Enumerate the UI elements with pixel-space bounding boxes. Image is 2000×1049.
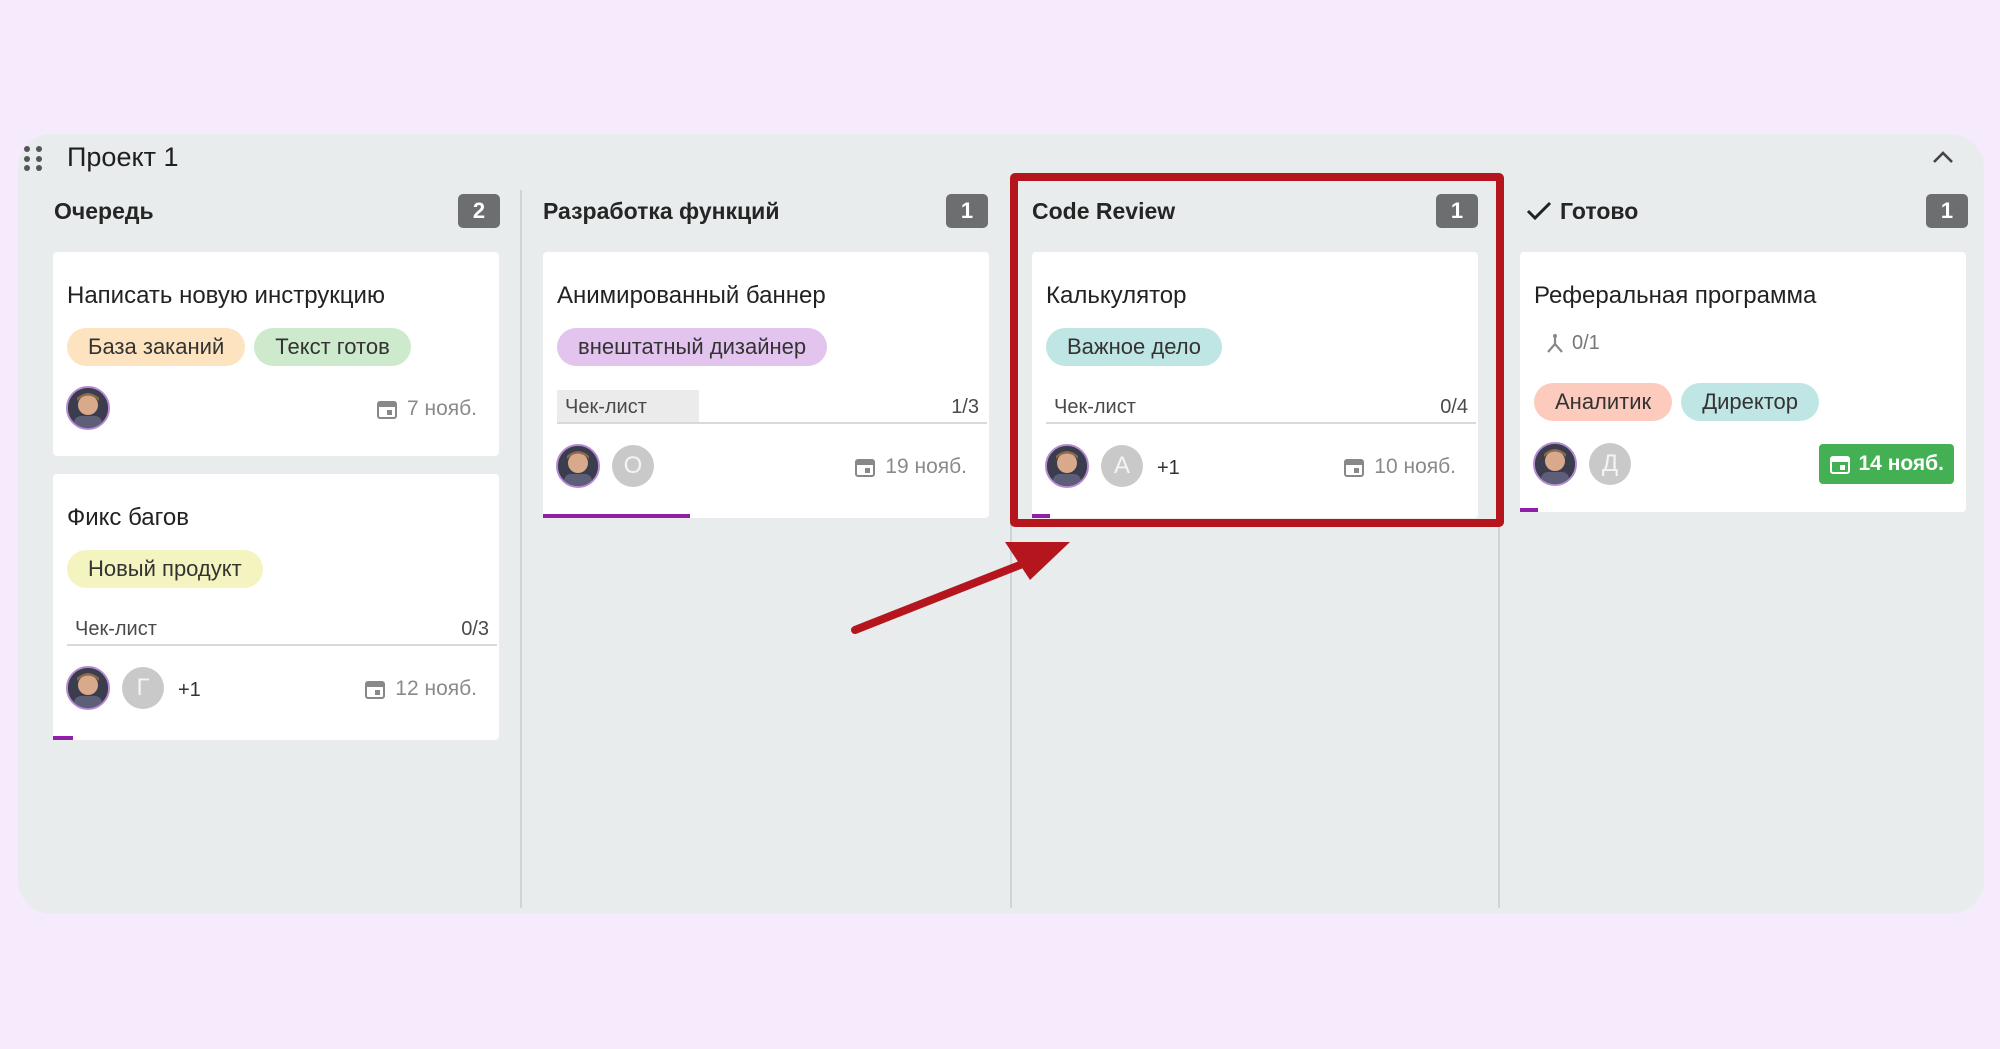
subtask-count: 0/1 <box>1572 332 1600 354</box>
column-title-done: Готово <box>1560 197 1639 224</box>
task-card[interactable]: Реферальная программа 0/1 Аналитик Дирек… <box>1520 252 1966 512</box>
card-title: Реферальная программа <box>1534 282 1817 309</box>
calendar-icon <box>1829 456 1850 474</box>
avatar[interactable] <box>556 444 600 488</box>
highlight-frame <box>1010 173 1504 527</box>
tag[interactable]: Новый продукт <box>67 550 263 588</box>
project-title: Проект 1 <box>67 142 179 172</box>
progress-bar <box>543 514 691 518</box>
due-date: 7 нояб. <box>376 397 477 421</box>
checklist-label: Чек-лист <box>565 396 647 418</box>
due-date-text: 19 нояб. <box>885 455 967 478</box>
column-title-dev: Разработка функций <box>543 197 780 224</box>
avatar[interactable] <box>66 666 110 710</box>
subtask-icon <box>1547 333 1563 353</box>
calendar-icon <box>376 401 397 419</box>
progress-bar <box>53 736 73 740</box>
column-count-done: 1 <box>1926 194 1968 228</box>
task-card[interactable]: Анимированный баннер внештатный дизайнер… <box>543 252 989 518</box>
annotation-arrow <box>851 542 1070 634</box>
checklist-count: 0/3 <box>461 618 489 640</box>
calendar-icon <box>855 459 876 477</box>
due-date-text: 14 нояб. <box>1858 452 1945 475</box>
tag[interactable]: Текст готов <box>254 328 411 366</box>
tag[interactable]: внештатный дизайнер <box>557 328 828 366</box>
tag[interactable]: База заканий <box>67 328 246 366</box>
more-assignees[interactable]: +1 <box>178 679 201 702</box>
calendar-icon <box>365 681 386 699</box>
column-header-done: Готово <box>1526 196 1638 226</box>
card-title: Анимированный баннер <box>557 282 826 309</box>
checklist[interactable]: Чек-лист 0/3 <box>67 612 497 646</box>
checklist[interactable]: Чек-лист 1/3 <box>557 390 987 424</box>
avatar[interactable] <box>66 386 110 430</box>
checklist-count: 1/3 <box>951 396 979 418</box>
avatar[interactable] <box>1533 442 1577 486</box>
chevron-up-icon[interactable] <box>1926 142 1960 172</box>
due-date: 12 нояб. <box>364 677 477 701</box>
task-card[interactable]: Написать новую инструкцию База заканий Т… <box>53 252 499 456</box>
progress-bar <box>1520 508 1538 512</box>
drag-handle-icon[interactable] <box>24 146 44 172</box>
subtasks[interactable]: 0/1 <box>1544 332 1600 355</box>
check-icon <box>1526 201 1552 221</box>
task-card[interactable]: Фикс багов Новый продукт Чек-лист 0/3 Г … <box>53 474 499 740</box>
card-title: Написать новую инструкцию <box>67 282 385 309</box>
column-title-queue: Очередь <box>54 197 154 224</box>
due-date: 19 нояб. <box>854 455 967 479</box>
card-title: Фикс багов <box>67 504 189 531</box>
assignee-initial[interactable]: О <box>612 445 654 487</box>
checklist-label: Чек-лист <box>75 618 157 640</box>
due-date-text: 7 нояб. <box>406 397 477 420</box>
due-date-done: 14 нояб. <box>1818 444 1954 484</box>
column-divider <box>520 190 522 908</box>
due-date-text: 12 нояб. <box>395 677 477 700</box>
column-count-dev: 1 <box>946 194 988 228</box>
tag[interactable]: Аналитик <box>1534 383 1673 421</box>
assignee-initial[interactable]: Г <box>122 667 164 709</box>
assignee-initial[interactable]: Д <box>1589 443 1631 485</box>
column-count-queue: 2 <box>458 194 500 228</box>
tag[interactable]: Директор <box>1681 383 1820 421</box>
